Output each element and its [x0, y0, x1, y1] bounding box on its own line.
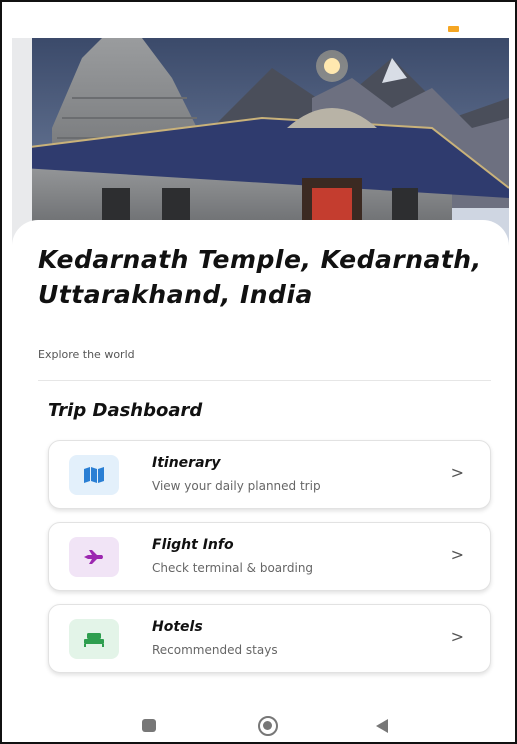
destination-title: Kedarnath Temple, Kedarnath, Uttarakhand… — [38, 245, 482, 309]
chevron-right-icon: > — [450, 463, 464, 482]
destination-subtitle: Explore the world — [38, 348, 135, 361]
home-button[interactable] — [258, 716, 278, 736]
hotels-card[interactable]: Hotels Recommended stays > — [48, 604, 491, 673]
card-title: Hotels — [152, 619, 203, 635]
card-title: Itinerary — [152, 455, 221, 471]
chevron-right-icon: > — [450, 545, 464, 564]
dashboard-heading: Trip Dashboard — [48, 400, 203, 421]
bed-icon — [69, 619, 119, 659]
airplane-icon — [69, 537, 119, 577]
battery-icon — [448, 26, 459, 32]
card-title: Flight Info — [152, 537, 234, 553]
chevron-right-icon: > — [450, 627, 464, 646]
card-subtitle: View your daily planned trip — [152, 479, 321, 493]
recents-button[interactable] — [142, 719, 156, 732]
phone-screen: Kedarnath Temple, Kedarnath, Uttarakhand… — [0, 0, 517, 744]
status-bar — [2, 2, 515, 38]
flight-info-card[interactable]: Flight Info Check terminal & boarding > — [48, 522, 491, 591]
card-subtitle: Check terminal & boarding — [152, 561, 314, 575]
system-nav-bar — [2, 706, 515, 742]
map-icon — [69, 455, 119, 495]
itinerary-card[interactable]: Itinerary View your daily planned trip > — [48, 440, 491, 509]
card-subtitle: Recommended stays — [152, 643, 278, 657]
divider — [38, 380, 491, 381]
back-button[interactable] — [376, 719, 388, 733]
